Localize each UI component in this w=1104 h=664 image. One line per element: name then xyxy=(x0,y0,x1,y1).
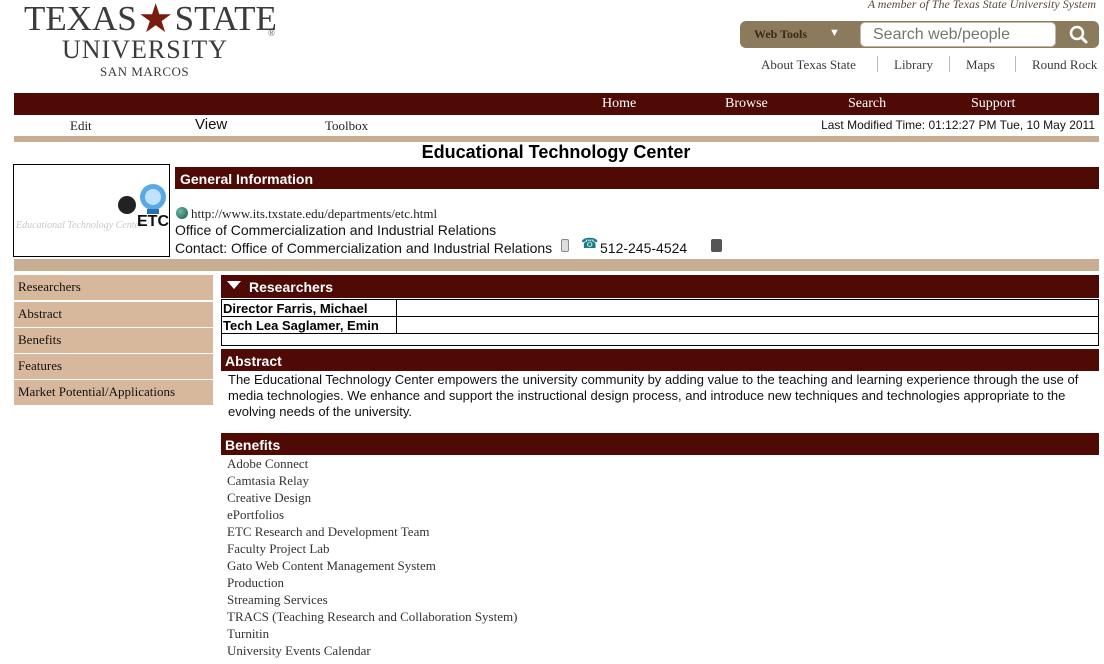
chevron-down-icon[interactable]: ▼ xyxy=(829,27,840,39)
sidebar-item-features[interactable]: Features xyxy=(14,354,213,379)
top-link-about[interactable]: About Texas State xyxy=(761,57,856,73)
divider xyxy=(949,56,950,72)
top-link-library[interactable]: Library xyxy=(894,57,933,73)
nav-search[interactable]: Search xyxy=(848,96,886,112)
table-row xyxy=(221,333,1099,346)
member-tagline: A member of The Texas State University S… xyxy=(867,0,1096,11)
list-item: ePortfolios xyxy=(227,507,285,522)
list-item: Faculty Project Lab xyxy=(227,541,330,556)
logo-text-texas: TEXAS xyxy=(24,0,137,38)
star-icon: ★ xyxy=(137,0,174,41)
researcher-detail xyxy=(396,316,1099,334)
researcher-name: Tech Lea Saglamer, Emin xyxy=(221,316,397,334)
logo-text-state: STATE xyxy=(174,0,277,38)
abstract-title: Abstract xyxy=(225,353,282,369)
phone-icon: ☎ xyxy=(581,237,599,252)
edit-link[interactable]: Edit xyxy=(70,118,92,134)
empty-cell xyxy=(221,333,1099,346)
main-nav-bar xyxy=(14,93,1099,115)
registered-mark: ® xyxy=(268,28,275,38)
researchers-header[interactable] xyxy=(221,275,1099,298)
sidebar-item-label: Abstract xyxy=(18,306,63,321)
list-item: Streaming Services xyxy=(227,592,328,607)
etc-logo-text: ETC xyxy=(137,213,169,230)
list-item: TRACS (Teaching Research and Collaborati… xyxy=(227,609,518,624)
sidebar-item-label: Features xyxy=(18,358,63,373)
view-link[interactable]: View xyxy=(195,116,227,133)
abstract-text: The Educational Technology Center empowe… xyxy=(228,372,1079,419)
nav-home[interactable]: Home xyxy=(602,96,636,112)
sidebar-item-market-potential[interactable]: Market Potential/Applications xyxy=(14,380,213,405)
logo-text-university: UNIVERSITY xyxy=(62,35,228,64)
phone-number: 512-245-4524 xyxy=(600,240,688,256)
search-button[interactable] xyxy=(1062,22,1096,47)
collapse-triangle-icon[interactable] xyxy=(227,281,241,289)
etc-logo-caption: Educational Technology Center xyxy=(16,220,143,231)
top-link-round-rock[interactable]: Round Rock xyxy=(1032,57,1097,73)
sidebar-item-label: Market Potential/Applications xyxy=(18,384,176,399)
list-item: ETC Research and Development Team xyxy=(227,524,430,539)
researcher-name: Director Farris, Michael xyxy=(221,299,397,317)
fax-icon xyxy=(711,239,722,252)
divider xyxy=(14,259,1099,271)
last-modified-text: Last Modified Time: 01:12:27 PM Tue, 10 … xyxy=(821,118,1095,132)
benefits-title: Benefits xyxy=(225,437,281,453)
search-input[interactable] xyxy=(860,22,1056,47)
table-row: Director Farris, Michael xyxy=(221,299,1099,317)
list-item: Turnitin xyxy=(227,626,270,641)
sidebar-item-benefits[interactable]: Benefits xyxy=(14,328,213,353)
nav-browse[interactable]: Browse xyxy=(725,96,768,112)
organization-name: Office of Commercialization and Industri… xyxy=(175,222,497,238)
sidebar-item-label: Benefits xyxy=(18,332,62,347)
benefits-header xyxy=(221,433,1099,455)
general-info-title: General Information xyxy=(180,171,314,187)
logo-text-san-marcos: SAN MARCOS xyxy=(100,64,190,79)
web-tools-dropdown[interactable]: Web Tools xyxy=(754,27,807,42)
benefits-list: Adobe Connect Camtasia Relay Creative De… xyxy=(227,455,517,659)
sidebar-item-abstract[interactable]: Abstract xyxy=(14,302,213,327)
list-item: Gato Web Content Management System xyxy=(227,558,436,573)
table-row: Tech Lea Saglamer, Emin xyxy=(221,316,1099,334)
abstract-header xyxy=(221,349,1099,371)
sidebar-item-label: Researchers xyxy=(18,279,81,294)
website-link[interactable]: http://www.its.txstate.edu/departments/e… xyxy=(191,206,437,222)
mobile-phone-icon xyxy=(561,239,569,252)
list-item: Camtasia Relay xyxy=(227,473,309,488)
lightbulb-icon xyxy=(118,184,166,214)
researchers-title: Researchers xyxy=(249,279,334,295)
divider xyxy=(1015,56,1016,72)
contact-text: Contact: Office of Commercialization and… xyxy=(175,240,553,256)
researcher-detail xyxy=(396,299,1099,317)
etc-logo-image xyxy=(13,164,170,257)
toolbox-link[interactable]: Toolbox xyxy=(325,118,368,134)
logo-texas-state[interactable]: TEXAS★STATE xyxy=(24,0,277,41)
search-icon xyxy=(1069,25,1088,44)
sidebar-item-researchers[interactable]: Researchers xyxy=(14,275,213,300)
top-link-maps[interactable]: Maps xyxy=(966,57,995,73)
globe-icon xyxy=(176,207,188,219)
general-info-header xyxy=(175,167,1099,189)
page-title: Educational Technology Center xyxy=(421,142,691,162)
divider xyxy=(877,56,878,72)
list-item: Adobe Connect xyxy=(227,456,309,471)
researchers-table: Director Farris, Michael Tech Lea Saglam… xyxy=(221,299,1099,346)
list-item: Creative Design xyxy=(227,490,312,505)
list-item: University Events Calendar xyxy=(227,643,371,658)
nav-support[interactable]: Support xyxy=(971,96,1015,112)
list-item: Production xyxy=(227,575,285,590)
